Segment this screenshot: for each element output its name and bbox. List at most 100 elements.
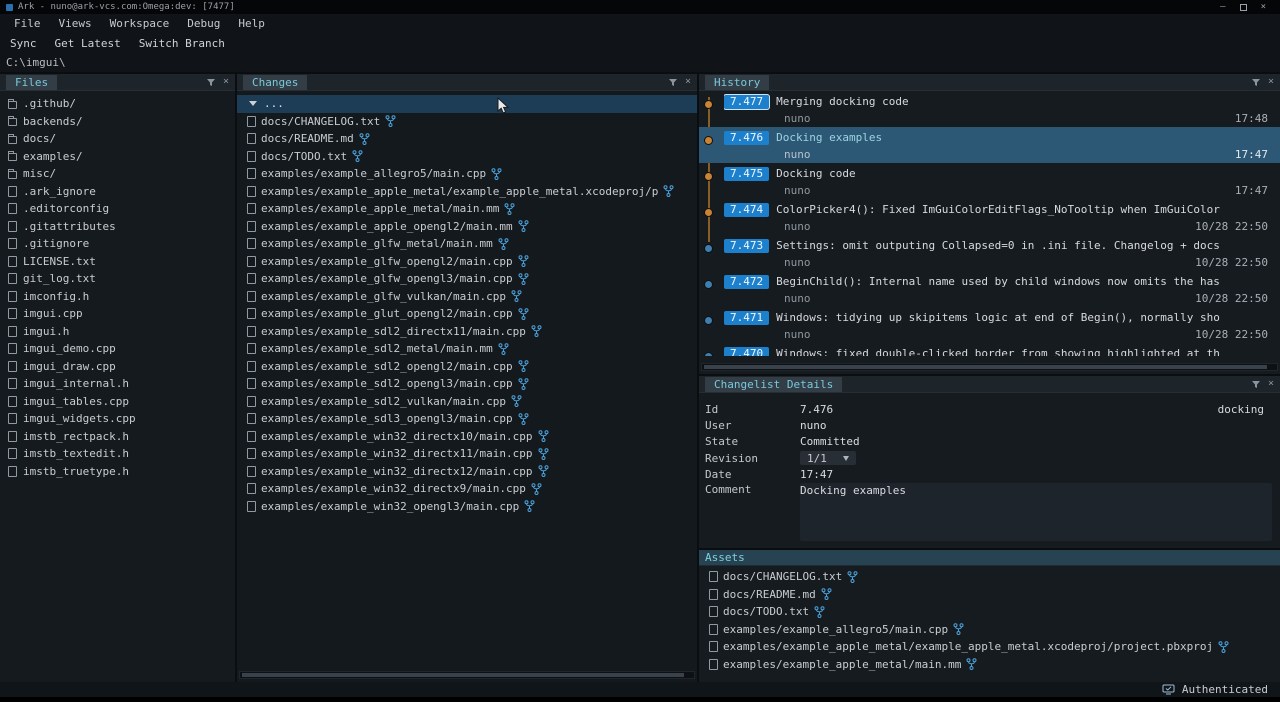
menu-item[interactable]: Workspace xyxy=(104,17,176,30)
filter-icon[interactable] xyxy=(668,78,678,87)
changed-file-row[interactable]: examples/example_glfw_opengl2/main.cpp xyxy=(237,253,697,271)
asset-row[interactable]: docs/README.md xyxy=(699,586,1280,604)
changed-file-row[interactable]: docs/TODO.txt xyxy=(237,148,697,166)
horizontal-scrollbar[interactable] xyxy=(239,671,695,679)
file-tree-item[interactable]: backends/ xyxy=(0,113,235,131)
changeset-badge[interactable]: 7.476 xyxy=(724,131,769,145)
history-row[interactable]: 7.477 Merging docking code nuno 17:48 xyxy=(699,91,1280,127)
close-icon[interactable]: × xyxy=(1261,2,1266,12)
changed-file-row[interactable]: docs/README.md xyxy=(237,130,697,148)
toolbar-button[interactable]: Switch Branch xyxy=(135,37,229,50)
asset-row[interactable]: examples/example_apple_metal/example_app… xyxy=(699,638,1280,656)
changed-file-row[interactable]: examples/example_glfw_vulkan/main.cpp xyxy=(237,288,697,306)
asset-row[interactable]: examples/example_apple_metal/main.mm xyxy=(699,656,1280,674)
changed-file-row[interactable]: docs/CHANGELOG.txt xyxy=(237,113,697,131)
filter-icon[interactable] xyxy=(206,78,216,87)
menu-item[interactable]: File xyxy=(8,17,47,30)
toolbar-button[interactable]: Get Latest xyxy=(51,37,125,50)
file-tree-item[interactable]: git_log.txt xyxy=(0,270,235,288)
file-tree-item[interactable]: imstb_textedit.h xyxy=(0,445,235,463)
assets-panel-header[interactable]: Assets xyxy=(699,550,1280,566)
changed-file-row[interactable]: examples/example_win32_opengl3/main.cpp xyxy=(237,498,697,516)
changed-file-row[interactable]: examples/example_win32_directx9/main.cpp xyxy=(237,480,697,498)
file-tree-item[interactable]: .ark_ignore xyxy=(0,183,235,201)
file-tree-item[interactable]: imgui_internal.h xyxy=(0,375,235,393)
file-tree-item[interactable]: imstb_truetype.h xyxy=(0,463,235,481)
scrollbar-thumb[interactable] xyxy=(704,365,1267,369)
asset-row[interactable]: docs/CHANGELOG.txt xyxy=(699,568,1280,586)
file-tree-item[interactable]: misc/ xyxy=(0,165,235,183)
file-tree-item[interactable]: imgui.h xyxy=(0,323,235,341)
changed-file-row[interactable]: examples/example_sdl3_opengl3/main.cpp xyxy=(237,410,697,428)
menu-item[interactable]: Debug xyxy=(181,17,226,30)
toolbar-button[interactable]: Sync xyxy=(6,37,41,50)
history-row[interactable]: 7.470 Windows: fixed double-clicked bord… xyxy=(699,343,1280,356)
history-row[interactable]: 7.474 ColorPicker4(): Fixed ImGuiColorEd… xyxy=(699,199,1280,235)
changeset-badge[interactable]: 7.475 xyxy=(724,167,769,181)
files-panel-title[interactable]: Files xyxy=(6,75,57,90)
history-row[interactable]: 7.471 Windows: tidying up skipitems logi… xyxy=(699,307,1280,343)
close-panel-icon[interactable]: × xyxy=(685,77,691,87)
changes-root-row[interactable]: ... xyxy=(237,95,697,113)
changeset-badge[interactable]: 7.474 xyxy=(724,203,769,217)
filter-icon[interactable] xyxy=(1251,380,1261,389)
comment-box[interactable]: Docking examples xyxy=(800,483,1272,541)
changeset-badge[interactable]: 7.471 xyxy=(724,311,769,325)
file-tree-item[interactable]: .gitattributes xyxy=(0,218,235,236)
minimize-icon[interactable]: – xyxy=(1220,2,1225,12)
history-row[interactable]: 7.473 Settings: omit outputing Collapsed… xyxy=(699,235,1280,271)
close-panel-icon[interactable]: × xyxy=(1268,379,1274,389)
changeset-badge[interactable]: 7.477 xyxy=(724,95,769,109)
maximize-icon[interactable] xyxy=(1240,4,1247,11)
changeset-badge[interactable]: 7.470 xyxy=(724,347,769,357)
file-tree-item[interactable]: imgui_draw.cpp xyxy=(0,358,235,376)
horizontal-scrollbar[interactable] xyxy=(701,363,1278,371)
changed-file-row[interactable]: examples/example_sdl2_metal/main.mm xyxy=(237,340,697,358)
changed-file-row[interactable]: examples/example_win32_directx10/main.cp… xyxy=(237,428,697,446)
document-icon xyxy=(247,203,256,214)
file-tree-item[interactable]: imgui.cpp xyxy=(0,305,235,323)
menu-item[interactable]: Help xyxy=(232,17,271,30)
changed-file-row[interactable]: examples/example_win32_directx11/main.cp… xyxy=(237,445,697,463)
close-panel-icon[interactable]: × xyxy=(1268,77,1274,87)
file-tree-item[interactable]: docs/ xyxy=(0,130,235,148)
changed-file-row[interactable]: examples/example_win32_directx12/main.cp… xyxy=(237,463,697,481)
chevron-down-icon[interactable] xyxy=(249,101,257,106)
file-tree-item[interactable]: imstb_rectpack.h xyxy=(0,428,235,446)
changed-file-row[interactable]: examples/example_glfw_opengl3/main.cpp xyxy=(237,270,697,288)
history-row[interactable]: 7.476 Docking examples nuno 17:47 xyxy=(699,127,1280,163)
file-tree-item[interactable]: .github/ xyxy=(0,95,235,113)
close-panel-icon[interactable]: × xyxy=(223,77,229,87)
scrollbar-thumb[interactable] xyxy=(242,673,684,677)
changed-file-row[interactable]: examples/example_sdl2_vulkan/main.cpp xyxy=(237,393,697,411)
changed-file-row[interactable]: examples/example_sdl2_directx11/main.cpp xyxy=(237,323,697,341)
file-tree-item[interactable]: LICENSE.txt xyxy=(0,253,235,271)
history-row[interactable]: 7.472 BeginChild(): Internal name used b… xyxy=(699,271,1280,307)
file-tree-item[interactable]: imgui_widgets.cpp xyxy=(0,410,235,428)
changed-file-row[interactable]: examples/example_glfw_metal/main.mm xyxy=(237,235,697,253)
changeset-badge[interactable]: 7.472 xyxy=(724,275,769,289)
revision-select[interactable]: 1/1 xyxy=(800,451,856,465)
changed-file-row[interactable]: examples/example_glut_opengl2/main.cpp xyxy=(237,305,697,323)
changes-panel-title[interactable]: Changes xyxy=(243,75,307,90)
details-panel-title[interactable]: Changelist Details xyxy=(705,377,842,392)
file-tree-item[interactable]: .gitignore xyxy=(0,235,235,253)
changed-file-row[interactable]: examples/example_allegro5/main.cpp xyxy=(237,165,697,183)
file-tree-item[interactable]: imgui_demo.cpp xyxy=(0,340,235,358)
asset-row[interactable]: docs/TODO.txt xyxy=(699,603,1280,621)
filter-icon[interactable] xyxy=(1251,78,1261,87)
file-tree-item[interactable]: examples/ xyxy=(0,148,235,166)
asset-row[interactable]: examples/example_allegro5/main.cpp xyxy=(699,621,1280,639)
changed-file-row[interactable]: examples/example_apple_metal/main.mm xyxy=(237,200,697,218)
changed-file-row[interactable]: examples/example_sdl2_opengl2/main.cpp xyxy=(237,358,697,376)
changeset-badge[interactable]: 7.473 xyxy=(724,239,769,253)
history-panel-title[interactable]: History xyxy=(705,75,769,90)
file-tree-item[interactable]: .editorconfig xyxy=(0,200,235,218)
menu-item[interactable]: Views xyxy=(53,17,98,30)
changed-file-row[interactable]: examples/example_apple_opengl2/main.mm xyxy=(237,218,697,236)
history-row[interactable]: 7.475 Docking code nuno 17:47 xyxy=(699,163,1280,199)
file-tree-item[interactable]: imconfig.h xyxy=(0,288,235,306)
file-tree-item[interactable]: imgui_tables.cpp xyxy=(0,393,235,411)
changed-file-row[interactable]: examples/example_sdl2_opengl3/main.cpp xyxy=(237,375,697,393)
changed-file-row[interactable]: examples/example_apple_metal/example_app… xyxy=(237,183,697,201)
